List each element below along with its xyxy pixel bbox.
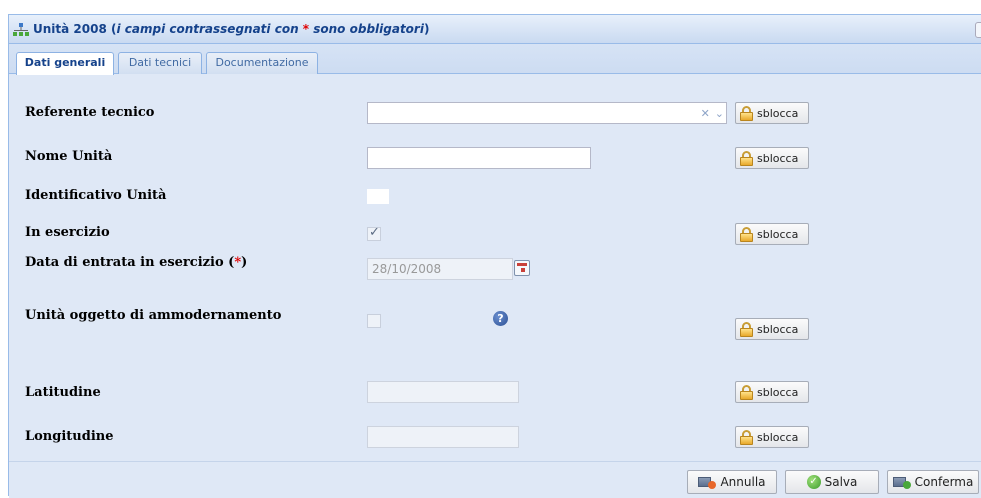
ammodernamento-label: Unità oggetto di ammodernamento: [25, 308, 282, 323]
referente-tecnico-combo[interactable]: ✕ ⌄: [367, 102, 727, 124]
cancel-icon: [698, 475, 717, 489]
sblocca-in-esercizio-button[interactable]: sblocca: [735, 223, 809, 245]
tab-dati-generali[interactable]: Dati generali: [16, 52, 114, 75]
sblocca-label: sblocca: [757, 151, 799, 165]
save-check-icon: ✓: [806, 475, 821, 489]
lock-icon: [739, 429, 754, 445]
tab-strip: Dati generali Dati tecnici Documentazion…: [9, 44, 981, 75]
chevron-down-icon[interactable]: ⌄: [715, 107, 724, 120]
data-entrata-text: Data di entrata in esercizio (: [25, 255, 235, 270]
sblocca-ammodernamento-button[interactable]: sblocca: [735, 318, 809, 340]
combo-triggers: ✕ ⌄: [701, 105, 724, 121]
sblocca-label: sblocca: [757, 227, 799, 241]
lock-icon: [739, 384, 754, 400]
panel-header: Unità 2008 (i campi contrassegnati con *…: [9, 15, 981, 44]
checkmark-icon: ✓: [369, 225, 380, 240]
sblocca-latitudine-button[interactable]: sblocca: [735, 381, 809, 403]
salva-label: Salva: [824, 475, 858, 489]
sblocca-referente-button[interactable]: sblocca: [735, 102, 809, 124]
latitudine-input[interactable]: [367, 381, 519, 403]
identificativo-unita-label: Identificativo Unità: [25, 188, 167, 203]
clear-icon[interactable]: ✕: [701, 107, 710, 120]
title-note: i campi contrassegnati con * sono obblig…: [116, 22, 423, 36]
calendar-icon[interactable]: [514, 260, 530, 276]
panel-title: Unità 2008 (i campi contrassegnati con *…: [33, 22, 429, 36]
lock-icon: [739, 226, 754, 242]
confirm-icon: [892, 475, 911, 489]
unit-form-panel: Unità 2008 (i campi contrassegnati con *…: [8, 14, 981, 498]
lock-icon: [739, 321, 754, 337]
referente-tecnico-label: Referente tecnico: [25, 105, 155, 120]
network-tree-icon: [13, 23, 29, 36]
sblocca-label: sblocca: [757, 385, 799, 399]
sblocca-longitudine-button[interactable]: sblocca: [735, 426, 809, 448]
title-note-a: i campi contrassegnati con: [116, 22, 303, 36]
annulla-button[interactable]: Annulla: [687, 470, 777, 494]
title-prefix: Unità 2008 (: [33, 22, 117, 36]
sblocca-label: sblocca: [757, 430, 799, 444]
tab-documentazione[interactable]: Documentazione: [206, 52, 318, 74]
sblocca-nome-button[interactable]: sblocca: [735, 147, 809, 169]
help-icon[interactable]: ?: [493, 311, 508, 326]
tab-dati-tecnici[interactable]: Dati tecnici: [118, 52, 202, 74]
lock-icon: [739, 105, 754, 121]
redacted-value: [372, 106, 422, 120]
latitudine-label: Latitudine: [25, 385, 101, 400]
longitudine-label: Longitudine: [25, 429, 114, 444]
in-esercizio-label: In esercizio: [25, 225, 110, 240]
data-entrata-input[interactable]: 28/10/2008: [367, 258, 513, 280]
in-esercizio-checkbox[interactable]: ✓: [367, 225, 381, 241]
data-entrata-text-end: ): [241, 255, 248, 270]
conferma-label: Conferma: [914, 475, 974, 489]
nome-unita-input[interactable]: [367, 147, 591, 169]
sblocca-label: sblocca: [757, 106, 799, 120]
title-suffix: ): [423, 22, 430, 36]
annulla-label: Annulla: [720, 475, 766, 489]
form-body: Referente tecnico ✕ ⌄ sblocca Nome Unità…: [9, 74, 981, 461]
collapse-tool-button[interactable]: [975, 22, 981, 38]
longitudine-input[interactable]: [367, 426, 519, 448]
sblocca-label: sblocca: [757, 322, 799, 336]
redacted-value: [372, 151, 402, 165]
title-note-b: sono obbligatori: [309, 22, 424, 36]
form-footer: Annulla ✓ Salva Conferma: [9, 461, 981, 498]
nome-unita-label: Nome Unità: [25, 149, 113, 164]
ammodernamento-checkbox[interactable]: [367, 314, 381, 328]
salva-button[interactable]: ✓ Salva: [785, 470, 879, 494]
data-entrata-label: Data di entrata in esercizio (*): [25, 255, 247, 270]
identificativo-unita-value: [367, 189, 389, 204]
conferma-button[interactable]: Conferma: [887, 470, 979, 494]
lock-icon: [739, 150, 754, 166]
